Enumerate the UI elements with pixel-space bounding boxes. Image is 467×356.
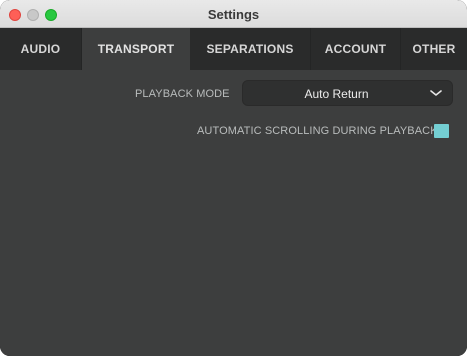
playback-mode-select[interactable]: Auto Return: [242, 80, 453, 106]
tab-separations[interactable]: SEPARATIONS: [190, 28, 311, 70]
auto-scroll-label: AUTOMATIC SCROLLING DURING PLAYBACK: [197, 125, 438, 137]
chevron-down-icon: [430, 90, 442, 96]
playback-mode-value: Auto Return: [304, 87, 369, 101]
tab-other[interactable]: OTHER: [401, 28, 467, 70]
playback-mode-label: PLAYBACK MODE: [135, 88, 230, 100]
auto-scroll-checkbox[interactable]: [434, 124, 449, 138]
window-title: Settings: [207, 7, 260, 22]
tab-transport[interactable]: TRANSPORT: [82, 28, 190, 70]
tab-bar: AUDIO TRANSPORT SEPARATIONS ACCOUNT OTHE…: [0, 28, 467, 70]
transport-panel: PLAYBACK MODE Auto Return AUTOMATIC SCRO…: [0, 70, 467, 356]
tab-account[interactable]: ACCOUNT: [311, 28, 401, 70]
tab-audio[interactable]: AUDIO: [0, 28, 82, 70]
settings-window: Settings AUDIO TRANSPORT SEPARATIONS ACC…: [0, 0, 467, 356]
title-bar: Settings: [0, 0, 467, 28]
